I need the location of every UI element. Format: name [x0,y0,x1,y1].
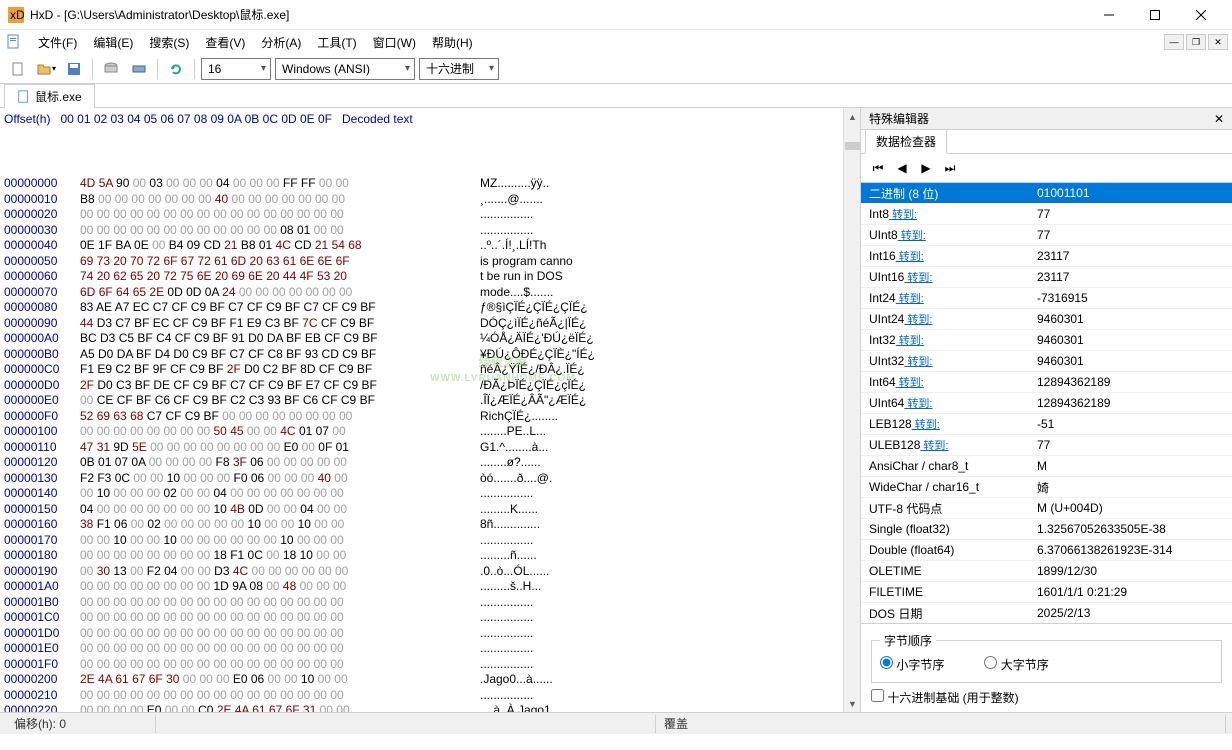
file-icon [17,90,31,104]
inspector-row[interactable]: Int8 转到:77 [861,204,1232,225]
goto-link[interactable]: 转到: [898,230,926,242]
inspector-row[interactable]: UInt64 转到:12894362189 [861,393,1232,414]
refresh-button[interactable] [164,57,188,81]
status-offset: 偏移(h): 0 [6,715,156,733]
side-panel-title: 特殊编辑器 [869,110,929,127]
goto-link[interactable]: 转到: [896,377,924,389]
inspector-row[interactable]: 二进制 (8 位)01001101 [861,183,1232,204]
inspector-tab[interactable]: 数据检查器 [865,129,947,154]
encoding-combo[interactable]: Windows (ANSI) [275,58,415,80]
open-button[interactable]: ▾ [34,57,58,81]
tab-label: 鼠标.exe [35,88,82,105]
next-button[interactable]: ▶ [915,157,937,179]
inspector-list[interactable]: 二进制 (8 位)01001101Int8 转到:77UInt8 转到:77In… [861,182,1232,623]
goto-link[interactable]: 转到: [896,293,924,305]
first-button[interactable]: ⏮ [867,157,889,179]
inspector-row[interactable]: UInt32 转到:9460301 [861,351,1232,372]
side-close-icon[interactable]: ✕ [1214,112,1224,126]
goto-link[interactable]: 转到: [920,440,948,452]
little-endian-radio[interactable]: 小字节序 [880,656,944,673]
file-tab[interactable]: 鼠标.exe [4,84,95,108]
titlebar: xD HxD - [G:\Users\Administrator\Desktop… [0,0,1232,30]
number-base-combo[interactable]: 十六进制 [419,58,499,80]
window-title: HxD - [G:\Users\Administrator\Desktop\鼠标… [30,6,1086,23]
mdi-restore-button[interactable]: ❐ [1186,34,1206,50]
inspector-panel: 特殊编辑器 ✕ 数据检查器 ⏮ ◀ ▶ ⏭ 二进制 (8 位)01001101I… [860,108,1232,712]
bytes-per-row-combo[interactable]: 16 [201,58,271,80]
goto-link[interactable]: 转到: [896,335,924,347]
new-button[interactable] [6,57,30,81]
tabbar: 鼠标.exe [0,84,1232,108]
inspector-row[interactable]: DOS 日期2025/2/13 [861,603,1232,623]
inspector-row[interactable]: Int24 转到:-7316915 [861,288,1232,309]
inspector-row[interactable]: Int16 转到:23117 [861,246,1232,267]
inspector-row[interactable]: LEB128 转到:-51 [861,414,1232,435]
inspector-row[interactable]: UInt8 转到:77 [861,225,1232,246]
prev-button[interactable]: ◀ [891,157,913,179]
menu-tools[interactable]: 工具(T) [309,32,364,53]
inspector-row[interactable]: Single (float32)1.32567052633505E-38 [861,519,1232,540]
doc-icon [6,34,22,50]
inspector-row[interactable]: Int32 转到:9460301 [861,330,1232,351]
inspector-row[interactable]: OLETIME1899/12/30 [861,561,1232,582]
goto-link[interactable]: 转到: [889,209,917,221]
menu-window[interactable]: 窗口(W) [365,32,424,53]
statusbar: 偏移(h): 0 覆盖 [0,712,1232,734]
hex-base-checkbox[interactable]: 十六进制基础 (用于整数) [871,691,1019,705]
status-mode: 覆盖 [656,715,1226,733]
goto-link[interactable]: 转到: [904,398,932,410]
inspector-row[interactable]: WideChar / char16_t婍 [861,477,1232,498]
maximize-button[interactable] [1132,0,1178,30]
inspector-row[interactable]: ULEB128 转到:77 [861,435,1232,456]
inspector-row[interactable]: UInt16 转到:23117 [861,267,1232,288]
menu-file[interactable]: 文件(F) [30,32,85,53]
goto-link[interactable]: 转到: [904,356,932,368]
menubar: 文件(F) 编辑(E) 搜索(S) 查看(V) 分析(A) 工具(T) 窗口(W… [0,30,1232,54]
mdi-minimize-button[interactable]: — [1164,34,1184,50]
menu-edit[interactable]: 编辑(E) [85,32,141,53]
menu-view[interactable]: 查看(V) [197,32,253,53]
hex-editor[interactable]: Offset(h) 00 01 02 03 04 05 06 07 08 09 … [0,108,860,712]
inspector-row[interactable]: FILETIME1601/1/1 0:21:29 [861,582,1232,603]
toolbar: ▾ 16 Windows (ANSI) 十六进制 [0,54,1232,84]
inspector-row[interactable]: UInt24 转到:9460301 [861,309,1232,330]
svg-text:xD: xD [10,8,24,22]
close-button[interactable] [1178,0,1224,30]
goto-link[interactable]: 转到: [904,272,932,284]
menu-help[interactable]: 帮助(H) [424,32,481,53]
byte-order-legend: 字节顺序 [880,632,936,649]
minimize-button[interactable] [1086,0,1132,30]
goto-link[interactable]: 转到: [896,251,924,263]
inspector-row[interactable]: UTF-8 代码点M (U+004D) [861,498,1232,519]
inspector-row[interactable]: Double (float64)6.37066138261923E-314 [861,540,1232,561]
main-area: Offset(h) 00 01 02 03 04 05 06 07 08 09 … [0,108,1232,712]
menu-analyze[interactable]: 分析(A) [253,32,309,53]
disk-button[interactable] [99,57,123,81]
app-icon: xD [8,7,24,23]
inspector-row[interactable]: Int64 转到:12894362189 [861,372,1232,393]
save-button[interactable] [62,57,86,81]
big-endian-radio[interactable]: 大字节序 [984,656,1048,673]
menu-search[interactable]: 搜索(S) [141,32,197,53]
goto-link[interactable]: 转到: [904,314,932,326]
last-button[interactable]: ⏭ [939,157,961,179]
inspector-row[interactable]: AnsiChar / char8_tM [861,456,1232,477]
goto-link[interactable]: 转到: [912,419,940,431]
ram-button[interactable] [127,57,151,81]
mdi-close-button[interactable]: ✕ [1208,34,1228,50]
vertical-scrollbar[interactable]: ▲▼ [843,108,860,712]
